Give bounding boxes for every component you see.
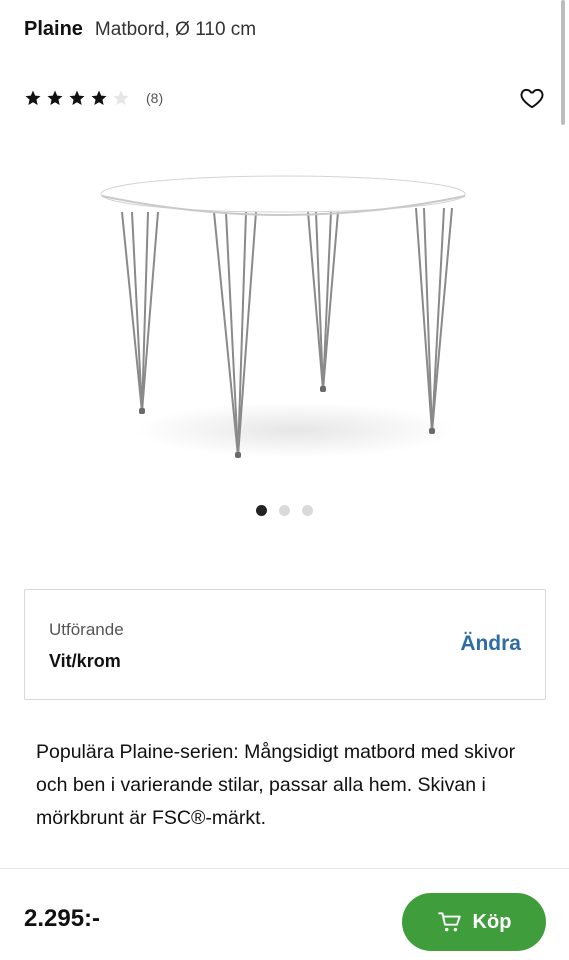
variant-card: Utförande Vit/krom Ändra — [24, 589, 546, 700]
star-icon — [47, 90, 63, 105]
scrollbar[interactable] — [561, 0, 565, 125]
product-price: 2.295:- — [24, 905, 101, 932]
rating-count[interactable]: (8) — [146, 90, 163, 106]
purchase-bar: 2.295:- Köp — [0, 868, 569, 960]
carousel-dot[interactable] — [302, 505, 313, 516]
carousel-dot[interactable] — [279, 505, 290, 516]
product-brand: Plaine — [24, 18, 83, 40]
product-header: Plaine Matbord, Ø 110 cm — [24, 18, 545, 48]
product-image[interactable] — [80, 150, 490, 480]
buy-button[interactable]: Köp — [402, 893, 546, 951]
image-carousel-dots — [0, 505, 569, 516]
product-subtitle: Matbord, Ø 110 cm — [94, 19, 257, 40]
heart-outline-icon[interactable] — [519, 85, 545, 111]
change-variant-link[interactable]: Ändra — [460, 632, 521, 656]
star-empty-icon — [113, 90, 129, 105]
variant-label: Utförande — [49, 620, 124, 639]
product-description: Populära Plaine-serien: Mångsidigt matbo… — [36, 741, 516, 829]
buy-button-label: Köp — [472, 910, 512, 933]
carousel-dot[interactable] — [256, 505, 267, 516]
cart-icon — [437, 912, 461, 932]
star-icon — [25, 90, 41, 105]
rating-row: (8) — [24, 85, 545, 111]
star-icon — [91, 90, 107, 105]
variant-value: Vit/krom — [49, 651, 121, 671]
star-icon — [69, 90, 85, 105]
star-rating[interactable] — [24, 89, 130, 107]
